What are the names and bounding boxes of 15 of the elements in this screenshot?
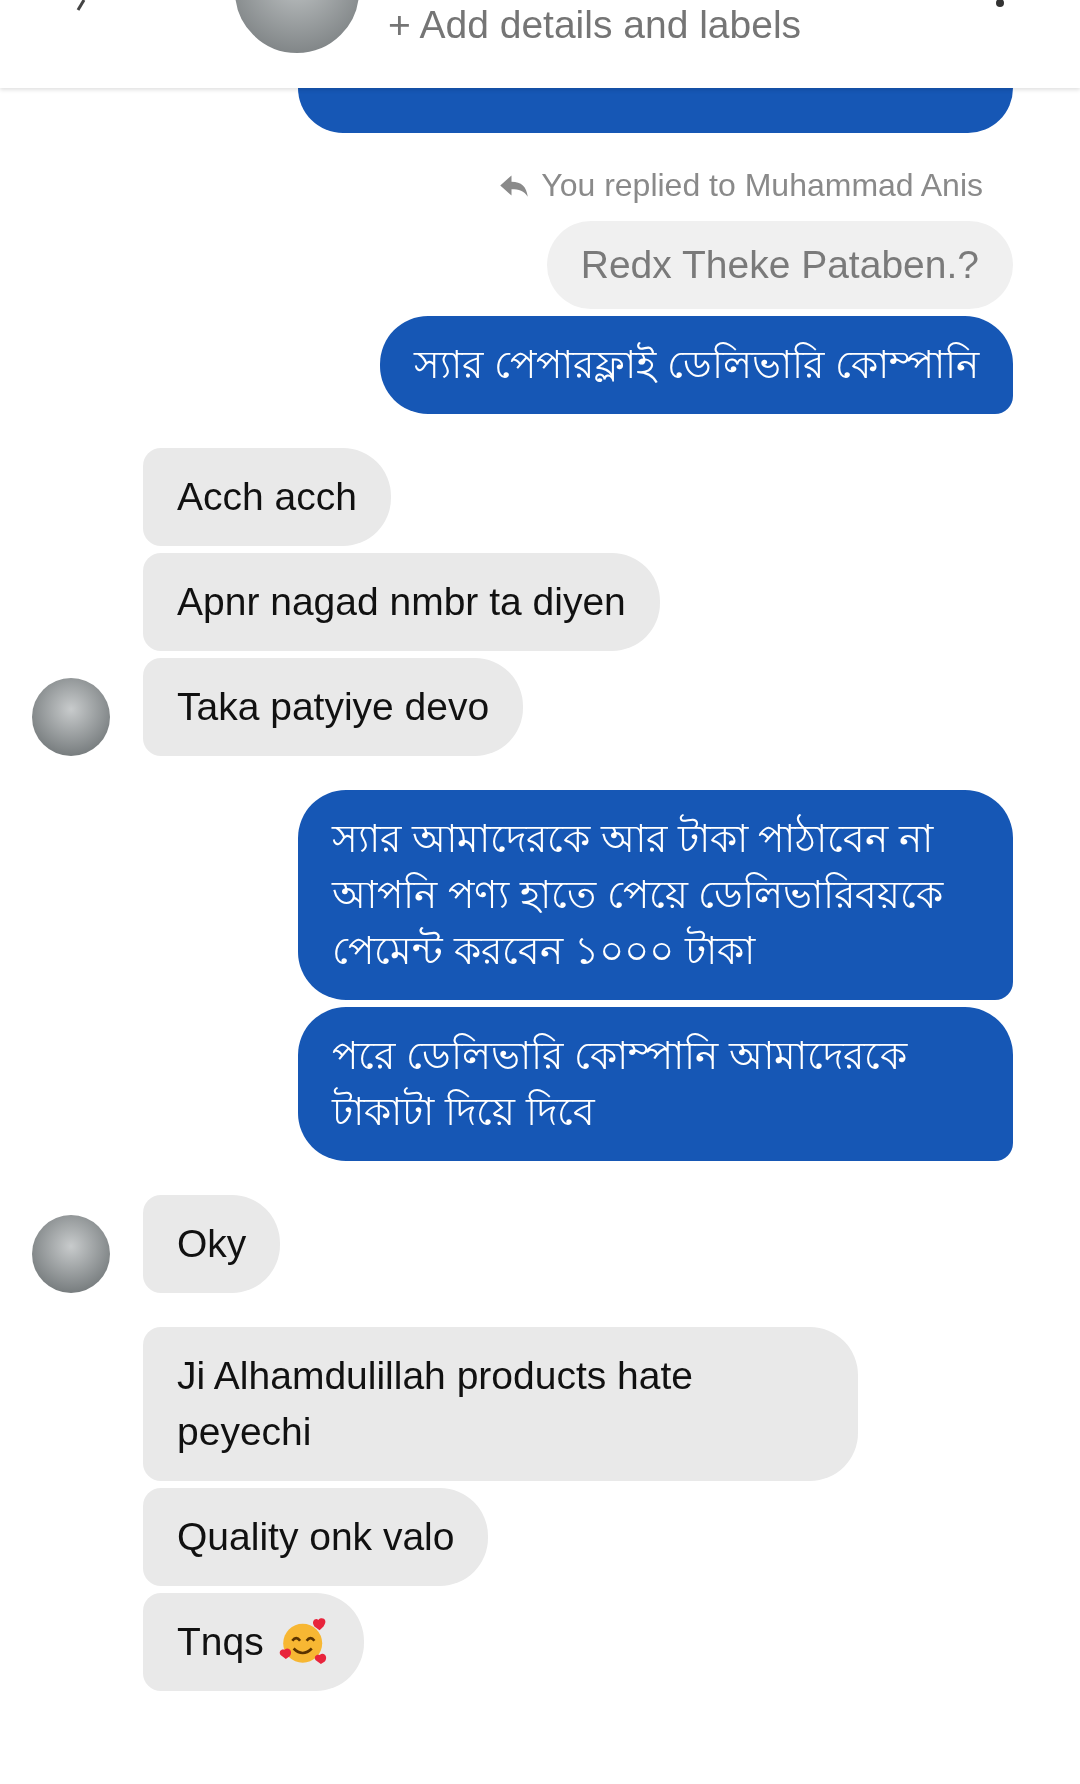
message-bubble: Taka patyiye devo xyxy=(143,658,524,756)
reply-note: You replied to Muhammad Anis xyxy=(541,167,983,204)
message-bubble: পরে ডেলিভারি কোম্পানি আমাদেরকে টাকাটা দিয়ে দিবে xyxy=(298,1007,1013,1161)
message-bubble: Acch acch xyxy=(143,448,391,546)
message-bubble: স্যার পেপারফ্লাই ডেলিভারি কোম্পানি xyxy=(380,316,1013,414)
quoted-message[interactable]: Redx Theke Pataben.? xyxy=(546,221,1013,309)
reply-arrow-icon xyxy=(499,173,530,198)
message-bubble: Tnqs xyxy=(143,1593,364,1691)
message-bubble: Apnr nagad nmbr ta diyen xyxy=(143,553,660,651)
message-bubble: স্যার আমাদেরকে আর টাকা পাঠাবেন না আপনি পণ্য হাতে পেয়ে ডেলিভারিবয়কে পেমেন্ট করবেন ১০০০ টাকা xyxy=(298,790,1013,1000)
message-bubble: Quality onk valo xyxy=(143,1488,489,1586)
message-bubble: Ji Alhamdulillah products hate peyechi xyxy=(143,1327,858,1481)
more-menu-icon[interactable] xyxy=(995,0,1005,10)
message-bubble: Oky xyxy=(143,1195,281,1293)
add-details-link[interactable]: + Add details and labels xyxy=(388,0,802,50)
